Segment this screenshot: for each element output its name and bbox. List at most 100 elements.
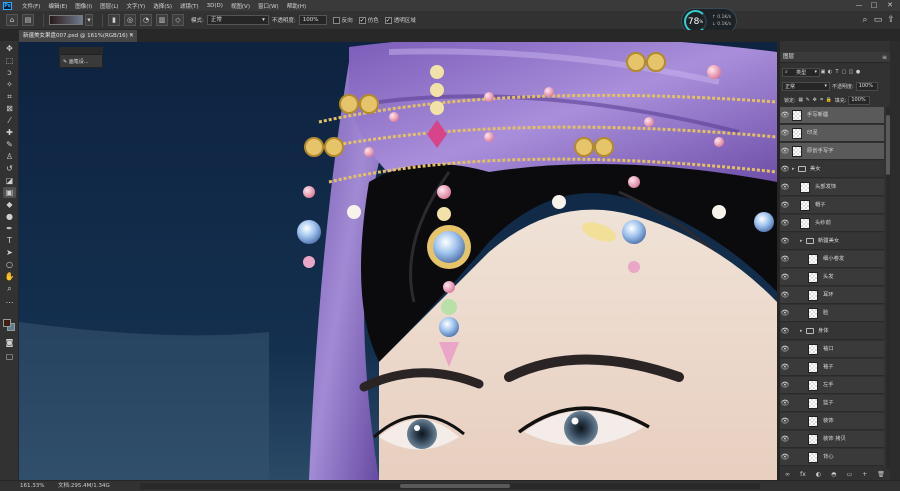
crop-tool-icon[interactable]: ⌗ [3, 91, 16, 102]
magic-wand-tool-icon[interactable]: ✧ [3, 79, 16, 90]
document-tab[interactable]: 新疆美女果盘007.psd @ 161%(RGB/16) * × [19, 30, 137, 42]
zoom-tool-icon[interactable]: ⌕ [3, 283, 16, 294]
horizontal-scrollbar[interactable] [140, 483, 760, 489]
linear-gradient-icon[interactable]: ▮ [108, 14, 120, 26]
layer-row[interactable]: 👁 耳环 [780, 287, 884, 304]
transparency-checkbox[interactable]: ✓ 透明区域 [384, 16, 416, 24]
close-window-button[interactable]: ✕ [883, 0, 897, 11]
new-layer-icon[interactable]: + [862, 471, 867, 478]
hand-tool-icon[interactable]: ✋ [3, 271, 16, 282]
visibility-eye-icon[interactable]: 👁 [780, 251, 790, 268]
reflected-gradient-icon[interactable]: ▥ [156, 14, 168, 26]
zoom-level[interactable]: 161.33% [20, 481, 44, 491]
visibility-eye-icon[interactable]: 👁 [780, 359, 790, 376]
expand-arrow-icon[interactable]: ▸ [800, 233, 803, 250]
shape-filter-icon[interactable]: ▢ [841, 69, 847, 75]
pixel-filter-icon[interactable]: ▣ [820, 69, 826, 75]
visibility-eye-icon[interactable]: 👁 [780, 161, 790, 178]
visibility-eye-icon[interactable]: 👁 [780, 179, 790, 196]
layer-row[interactable]: 👁 印泥 [780, 125, 884, 142]
brush-tool-icon[interactable]: ✎ [3, 139, 16, 150]
new-group-icon[interactable]: ▭ [846, 471, 852, 478]
filter-toggle-icon[interactable]: ● [855, 69, 861, 75]
pen-tool-icon[interactable]: ✒ [3, 223, 16, 234]
lock-artboard-icon[interactable]: ⌗ [819, 97, 825, 103]
add-style-icon[interactable]: fx [800, 471, 806, 478]
path-selection-tool-icon[interactable]: ➤ [3, 247, 16, 258]
lock-position-icon[interactable]: ✥ [812, 97, 818, 103]
screen-mode-icon[interactable]: ▢ [3, 351, 16, 362]
menu-view[interactable]: 视图(V) [227, 2, 254, 10]
layer-row[interactable]: 👁 帽子 [780, 197, 884, 214]
layer-row[interactable]: 👁 头部发饰 [780, 179, 884, 196]
link-layers-icon[interactable]: ∞ [785, 471, 790, 478]
healing-brush-tool-icon[interactable]: ✚ [3, 127, 16, 138]
layer-row[interactable]: 👁 袖子 [780, 359, 884, 376]
dodge-tool-icon[interactable]: ● [3, 211, 16, 222]
share-icon[interactable]: ⇪ [885, 14, 897, 26]
layer-group-row[interactable]: 👁 ▸ 新疆美女 [780, 233, 884, 250]
maximize-button[interactable]: □ [867, 0, 881, 11]
blend-mode-select[interactable]: 正常 ▾ [782, 81, 830, 91]
gradient-tool-preset-icon[interactable]: ▤ [22, 14, 34, 26]
check-icon[interactable]: ✓ [358, 16, 366, 24]
visibility-eye-icon[interactable]: 👁 [780, 305, 790, 322]
layer-row[interactable]: 👁 手写新疆 [780, 107, 884, 124]
diamond-gradient-icon[interactable]: ◇ [172, 14, 184, 26]
visibility-eye-icon[interactable]: 👁 [780, 233, 790, 250]
reverse-checkbox[interactable]: 反向 [332, 16, 353, 24]
lasso-tool-icon[interactable]: ↄ [3, 67, 16, 78]
layer-row[interactable]: 👁 头纱前 [780, 215, 884, 232]
gradient-swatch[interactable] [49, 15, 83, 25]
visibility-eye-icon[interactable]: 👁 [780, 323, 790, 340]
visibility-eye-icon[interactable]: 👁 [780, 287, 790, 304]
menu-file[interactable]: 文件(F) [18, 2, 44, 10]
eyedropper-tool-icon[interactable]: ⁄ [3, 115, 16, 126]
menu-image[interactable]: 图像(I) [71, 2, 96, 10]
radial-gradient-icon[interactable]: ◎ [124, 14, 136, 26]
add-mask-icon[interactable]: ◐ [816, 471, 821, 478]
expand-arrow-icon[interactable]: ▸ [800, 323, 803, 340]
clone-stamp-tool-icon[interactable]: ♙ [3, 151, 16, 162]
smart-object-filter-icon[interactable]: ◫ [848, 69, 854, 75]
layer-row[interactable]: 👁 背心 [780, 449, 884, 466]
menu-layer[interactable]: 图层(L) [96, 2, 122, 10]
visibility-eye-icon[interactable]: 👁 [780, 413, 790, 430]
delete-layer-icon[interactable]: 🗑 [877, 471, 885, 478]
brush-settings-popup[interactable]: ✎ 画笔设... [59, 54, 103, 68]
close-tab-icon[interactable]: × [129, 30, 134, 42]
layer-row[interactable]: 👁 脸 [780, 305, 884, 322]
angle-gradient-icon[interactable]: ◔ [140, 14, 152, 26]
layer-row[interactable]: 👁 原创手写字 [780, 143, 884, 160]
menu-edit[interactable]: 编辑(E) [44, 2, 71, 10]
check-icon[interactable]: ✓ [384, 16, 392, 24]
panel-menu-icon[interactable]: ≡ [882, 52, 887, 63]
adjustment-filter-icon[interactable]: ◐ [827, 69, 833, 75]
layer-group-row[interactable]: 👁 ▸ 美女 [780, 161, 884, 178]
visibility-eye-icon[interactable]: 👁 [780, 431, 790, 448]
canvas-area[interactable]: ✎ 画笔设... [19, 42, 777, 480]
visibility-eye-icon[interactable]: 👁 [780, 449, 790, 466]
brush-popup-handle[interactable] [59, 47, 103, 54]
visibility-eye-icon[interactable]: 👁 [780, 143, 790, 160]
document-size[interactable]: 文档:295.4M/1.34G [58, 481, 110, 491]
layer-row[interactable]: 👁 篮子 [780, 395, 884, 412]
visibility-eye-icon[interactable]: 👁 [780, 269, 790, 286]
lock-transparent-icon[interactable]: ▦ [798, 97, 804, 103]
menu-help[interactable]: 帮助(H) [283, 2, 310, 10]
layer-filter-select[interactable]: ⌕ 类型 ▾ [782, 67, 820, 77]
opacity-input[interactable]: 100% [298, 15, 327, 25]
more-tools-icon[interactable]: ⋯ [3, 297, 16, 308]
lock-image-icon[interactable]: ✎ [805, 97, 811, 103]
visibility-eye-icon[interactable]: 👁 [780, 107, 790, 124]
search-icon[interactable]: ⌕ [859, 14, 871, 26]
foreground-color-swatch[interactable] [3, 319, 11, 327]
shape-tool-icon[interactable]: ○ [3, 259, 16, 270]
expand-arrow-icon[interactable]: ▸ [792, 161, 795, 178]
mode-select[interactable]: 正常 ▾ [206, 15, 269, 25]
dither-checkbox[interactable]: ✓ 仿色 [358, 16, 379, 24]
visibility-eye-icon[interactable]: 👁 [780, 377, 790, 394]
menu-window[interactable]: 窗口(W) [254, 2, 283, 10]
type-tool-icon[interactable]: T [3, 235, 16, 246]
fill-input[interactable]: 100% [848, 95, 871, 105]
